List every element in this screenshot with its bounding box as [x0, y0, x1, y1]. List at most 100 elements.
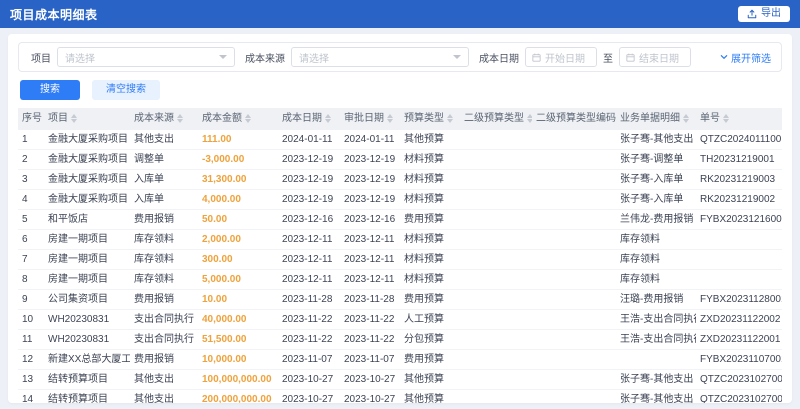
clear-search-button[interactable]: 清空搜索: [92, 80, 160, 100]
table-cell: 2023-12-19: [340, 169, 400, 190]
sort-icon[interactable]: [387, 113, 393, 123]
project-select-placeholder: 请选择: [65, 53, 95, 65]
table-row: 10 WH20230831 支出合同执行 40,000.00 2023-11-22 202…: [18, 309, 782, 330]
table-cell: ZXD20231122002: [696, 309, 782, 330]
table-cell: RK20231219003: [696, 169, 782, 190]
start-date-placeholder: 开始日期: [545, 53, 585, 65]
start-date-input[interactable]: 开始日期: [525, 47, 597, 67]
column-header[interactable]: 二级预算类型: [460, 108, 532, 130]
table-cell: QTZC20231027002: [696, 389, 782, 403]
table-cell: [532, 249, 616, 270]
table-cell: FYBX20231128001: [696, 289, 782, 310]
table-cell: 40,000.00: [198, 309, 278, 330]
table-cell: 汪璐-费用报销: [616, 289, 696, 310]
content-panel: 项目 请选择 成本来源 请选择 成本日期 开始日期 至 结束日期 展开筛选 搜索…: [8, 34, 792, 403]
table-cell: 2023-12-19: [278, 149, 340, 170]
column-header[interactable]: 预算类型: [400, 108, 460, 130]
table-cell: 2023-10-27: [340, 369, 400, 390]
table-cell: 房建一期项目: [44, 249, 130, 270]
table-cell: 张子骞-入库单: [616, 189, 696, 210]
table-row: 13 结转预算项目 其他支出 100,000,000.00 2023-10-27 2023…: [18, 369, 782, 390]
table-row: 7 房建一期项目 库存领料 300.00 2023-12-11 2023-12-11 材料预…: [18, 249, 782, 270]
search-button[interactable]: 搜索: [20, 80, 80, 100]
table-cell: 金融大厦采购项目: [44, 169, 130, 190]
table-cell: [460, 389, 532, 403]
sort-icon[interactable]: [723, 113, 729, 123]
cost-detail-table: 序号 项目 成本来源 成本金额 成本日期 审批日期 预算类型 二级预算类型 二级预算类型编码 业务…: [18, 108, 782, 403]
column-header[interactable]: 审批日期: [340, 108, 400, 130]
table-cell: [532, 369, 616, 390]
table-cell: 支出合同执行: [130, 309, 198, 330]
table-cell: 公司集资项目: [44, 289, 130, 310]
column-header: 序号: [18, 108, 44, 130]
action-buttons: 搜索 清空搜索: [20, 80, 782, 100]
table-row: 3 金融大厦采购项目 入库单 31,300.00 2023-12-19 2023-12-1…: [18, 169, 782, 190]
table-cell: 2023-12-16: [340, 209, 400, 230]
table-cell: [616, 349, 696, 370]
table-cell: 31,300.00: [198, 169, 278, 190]
table-cell: 库存领料: [616, 249, 696, 270]
table-cell: 9: [18, 289, 44, 310]
table-cell: 材料预算: [400, 269, 460, 290]
table-cell: [460, 209, 532, 230]
table-cell: QTZC20231027002: [696, 369, 782, 390]
table-cell: 6: [18, 229, 44, 250]
column-label: 业务单据明细: [620, 113, 680, 124]
column-header[interactable]: 二级预算类型编码: [532, 108, 616, 130]
table-cell: 材料预算: [400, 189, 460, 210]
table-cell: [532, 289, 616, 310]
sort-icon[interactable]: [527, 113, 532, 123]
column-header[interactable]: 成本金额: [198, 108, 278, 130]
sort-icon[interactable]: [447, 113, 453, 123]
table-cell: 房建一期项目: [44, 269, 130, 290]
column-header[interactable]: 成本日期: [278, 108, 340, 130]
table-cell: WH20230831: [44, 309, 130, 330]
export-button[interactable]: 导出: [738, 6, 790, 22]
end-date-input[interactable]: 结束日期: [619, 47, 691, 67]
table-row: 11 WH20230831 支出合同执行 51,500.00 2023-11-22 202…: [18, 329, 782, 350]
column-header[interactable]: 项目: [44, 108, 130, 130]
table-cell: [532, 349, 616, 370]
column-header[interactable]: 成本来源: [130, 108, 198, 130]
sort-icon[interactable]: [683, 113, 689, 123]
table-cell: 金融大厦采购项目: [44, 130, 130, 150]
table-cell: 12: [18, 349, 44, 370]
table-cell: [460, 369, 532, 390]
table-cell: 200,000,000.00: [198, 389, 278, 403]
sort-icon[interactable]: [245, 113, 251, 123]
table-cell: 2023-12-11: [278, 229, 340, 250]
table-row: 14 结转预算项目 其他支出 200,000,000.00 2023-10-27 2023…: [18, 389, 782, 403]
cost-source-select[interactable]: 请选择: [291, 47, 469, 67]
table-cell: 费用报销: [130, 209, 198, 230]
project-select[interactable]: 请选择: [57, 47, 235, 67]
sort-icon[interactable]: [71, 113, 77, 123]
table-cell: 库存领料: [130, 269, 198, 290]
table-cell: 新建XX总部大厦工程二期: [44, 349, 130, 370]
table-cell: [532, 189, 616, 210]
column-label: 单号: [700, 113, 720, 124]
table-cell: 费用预算: [400, 289, 460, 310]
sort-icon[interactable]: [325, 113, 331, 123]
table-cell: 费用预算: [400, 209, 460, 230]
source-filter-label: 成本来源: [245, 53, 285, 65]
sort-icon[interactable]: [177, 113, 183, 123]
expand-filter-link[interactable]: 展开筛选: [720, 50, 771, 65]
table-cell: 和平饭店: [44, 209, 130, 230]
column-label: 成本金额: [202, 113, 242, 124]
table-cell: 2023-11-28: [340, 289, 400, 310]
table-cell: 2023-12-19: [340, 149, 400, 170]
table-cell: TH20231219001: [696, 149, 782, 170]
table-cell: 2023-11-22: [278, 329, 340, 350]
table-cell: [460, 130, 532, 150]
table-cell: 2,000.00: [198, 229, 278, 250]
table-cell: 其他预算: [400, 369, 460, 390]
table-cell: 材料预算: [400, 169, 460, 190]
chevron-down-icon: [720, 53, 728, 61]
table-cell: 2023-11-07: [340, 349, 400, 370]
column-header[interactable]: 业务单据明细: [616, 108, 696, 130]
column-header[interactable]: 单号: [696, 108, 782, 130]
table-cell: [696, 249, 782, 270]
date-range-separator: 至: [603, 53, 613, 65]
table-cell: 2024-01-11: [278, 130, 340, 150]
table-cell: 其他支出: [130, 369, 198, 390]
